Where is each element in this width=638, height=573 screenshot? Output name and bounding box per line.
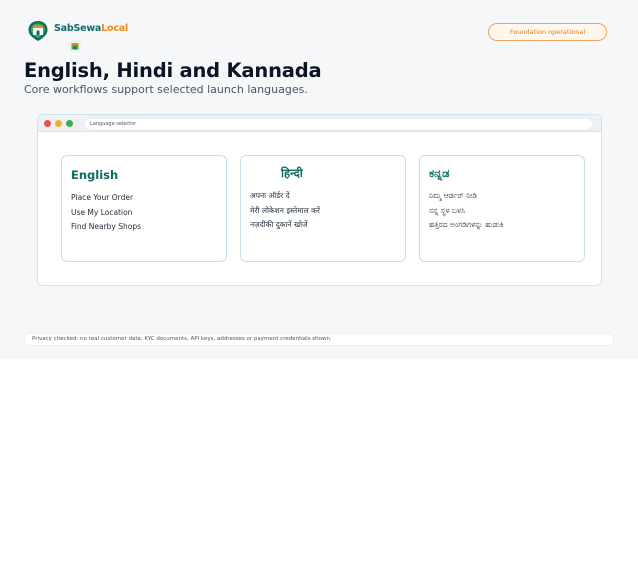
phrase-use-location: ನನ್ನ ಸ್ಥಳ ಬಳಸಿ [429, 206, 466, 215]
shop-badge-icon [68, 39, 82, 53]
minimize-window-icon[interactable] [55, 120, 62, 127]
window-titlebar: Language selector [38, 115, 601, 132]
language-title-english: English [71, 168, 119, 182]
phrase-place-order: Place Your Order [71, 193, 134, 202]
phrase-find-shops: ಹತ್ತಿರದ ಅಂಗಡಿಗಳನ್ನು ಹುಡುಕಿ [429, 220, 504, 229]
page-subtitle: Core workflows support selected launch l… [24, 83, 308, 96]
language-selector-window: Language selector English Place Your Ord… [37, 114, 602, 286]
page-title: English, Hindi and Kannada [24, 59, 322, 82]
language-title-kannada: ಕನ್ನಡ [429, 166, 450, 180]
language-card-english[interactable]: English Place Your Order Use My Location… [61, 155, 227, 262]
brand-name: SabSewaLocal [54, 23, 128, 34]
maximize-window-icon[interactable] [66, 120, 73, 127]
brand-name-part1: SabSewa [54, 23, 102, 34]
privacy-notice: Privacy checked: no real customer data, … [24, 333, 614, 346]
phrase-find-shops: नज़दीकी दुकानें खोजें [250, 220, 308, 229]
phrase-use-location: मेरी लोकेशन इस्तेमाल करें [250, 206, 320, 215]
page: SabSewaLocal Foundation operational Engl… [0, 0, 638, 359]
language-card-hindi[interactable]: हिन्दी अपना ऑर्डर दें मेरी लोकेशन इस्तेम… [240, 155, 406, 262]
brand-name-part2: Local [101, 23, 129, 34]
language-card-kannada[interactable]: ಕನ್ನಡ ನಿಮ್ಮ ಆರ್ಡರ್ ನೀಡಿ ನನ್ನ ಸ್ಥಳ ಬಳಸಿ ಹ… [419, 155, 585, 262]
shop-pin-icon [28, 21, 48, 41]
phrase-use-location: Use My Location [71, 208, 133, 217]
close-window-icon[interactable] [44, 120, 51, 127]
phrase-place-order: ನಿಮ್ಮ ಆರ್ಡರ್ ನೀಡಿ [429, 191, 478, 200]
brand-logo[interactable]: SabSewaLocal [24, 17, 132, 53]
status-badge: Foundation operational [488, 23, 607, 41]
phrase-find-shops: Find Nearby Shops [71, 222, 142, 231]
address-bar[interactable]: Language selector [85, 119, 592, 129]
language-title-hindi: हिन्दी [281, 166, 303, 180]
phrase-place-order: अपना ऑर्डर दें [250, 191, 290, 200]
